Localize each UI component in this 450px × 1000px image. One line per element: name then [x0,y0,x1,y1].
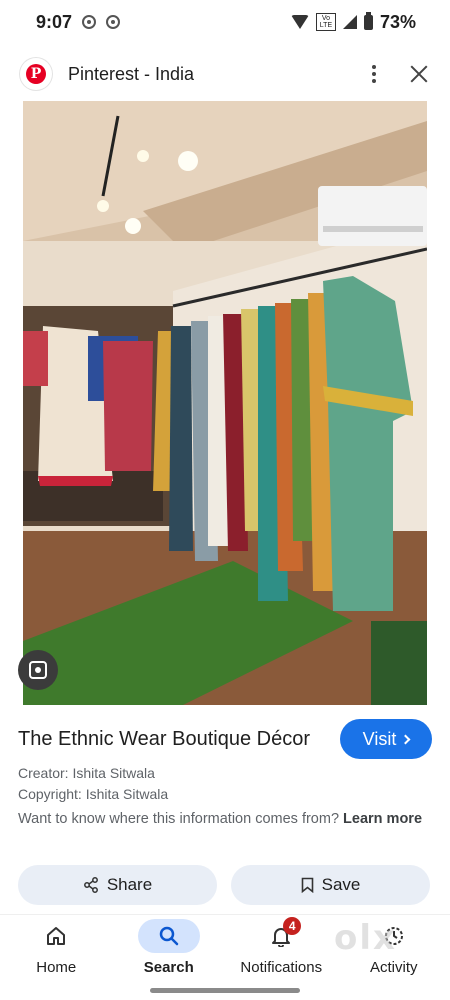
battery-percent: 73% [379,11,416,32]
result-title: The Ethnic Wear Boutique Décor [18,727,311,750]
battery-icon [363,11,373,30]
nav-item-notifications[interactable]: 4 Notifications [225,917,337,976]
result-image[interactable] [23,101,427,705]
home-icon [47,927,66,945]
gesture-bar[interactable] [150,988,300,993]
signal-icon [342,15,357,29]
visit-button[interactable]: Visit [340,719,432,759]
nav-icon-wrap: 4 [250,917,312,953]
volte-icon: Vo LTE [315,13,336,31]
page: 9:07 Vo LTE 73% P Pinterest - India The … [0,0,450,1000]
chrome-notification-icon [82,15,97,29]
nav-label-search: Search [143,959,194,976]
title-row: The Ethnic Wear Boutique Décor Visit [18,718,432,760]
source-title: Pinterest - India [68,63,195,84]
nav-label-home: Home [36,959,77,976]
copyright-text: Copyright: Ishita Sitwala [18,786,169,802]
chrome-notification-icon [106,15,121,29]
share-label: Share [106,875,153,894]
visit-label: Visit [362,728,397,749]
nav-item-home[interactable]: Home [0,919,112,976]
nav-label-notifications: Notifications [240,959,323,976]
wifi-icon [290,15,309,29]
lens-icon [29,661,47,679]
olx-watermark: olx [334,918,397,958]
creator-text: Creator: Ishita Sitwala [18,765,155,781]
info-question-text: Want to know where this information come… [18,811,340,827]
close-icon[interactable] [408,63,430,85]
nav-item-search[interactable]: Search [113,919,225,976]
status-left: 9:07 [36,11,121,33]
chevron-right-icon [400,734,411,745]
nav-icon-wrap [137,919,200,953]
google-lens-button[interactable] [18,650,58,690]
more-vert-icon[interactable] [362,62,386,86]
status-right: Vo LTE 73% [290,11,416,33]
status-bar: 9:07 Vo LTE 73% [0,0,450,44]
status-time: 9:07 [36,11,73,32]
bookmark-icon [301,877,313,893]
search-icon [159,926,178,946]
save-button[interactable]: Save [231,865,430,905]
share-icon [83,877,98,893]
info-question: Want to know where this information come… [18,809,432,829]
nav-icon-wrap [25,919,87,953]
pinterest-logo-icon: P [20,58,52,90]
save-label: Save [321,875,361,894]
learn-more-link[interactable]: Learn more [343,811,422,827]
pinterest-logo-letter: P [26,64,46,84]
share-button[interactable]: Share [18,865,217,905]
notification-badge: 4 [283,917,302,935]
boutique-photo [23,101,427,705]
app-header: P Pinterest - India [0,52,450,96]
